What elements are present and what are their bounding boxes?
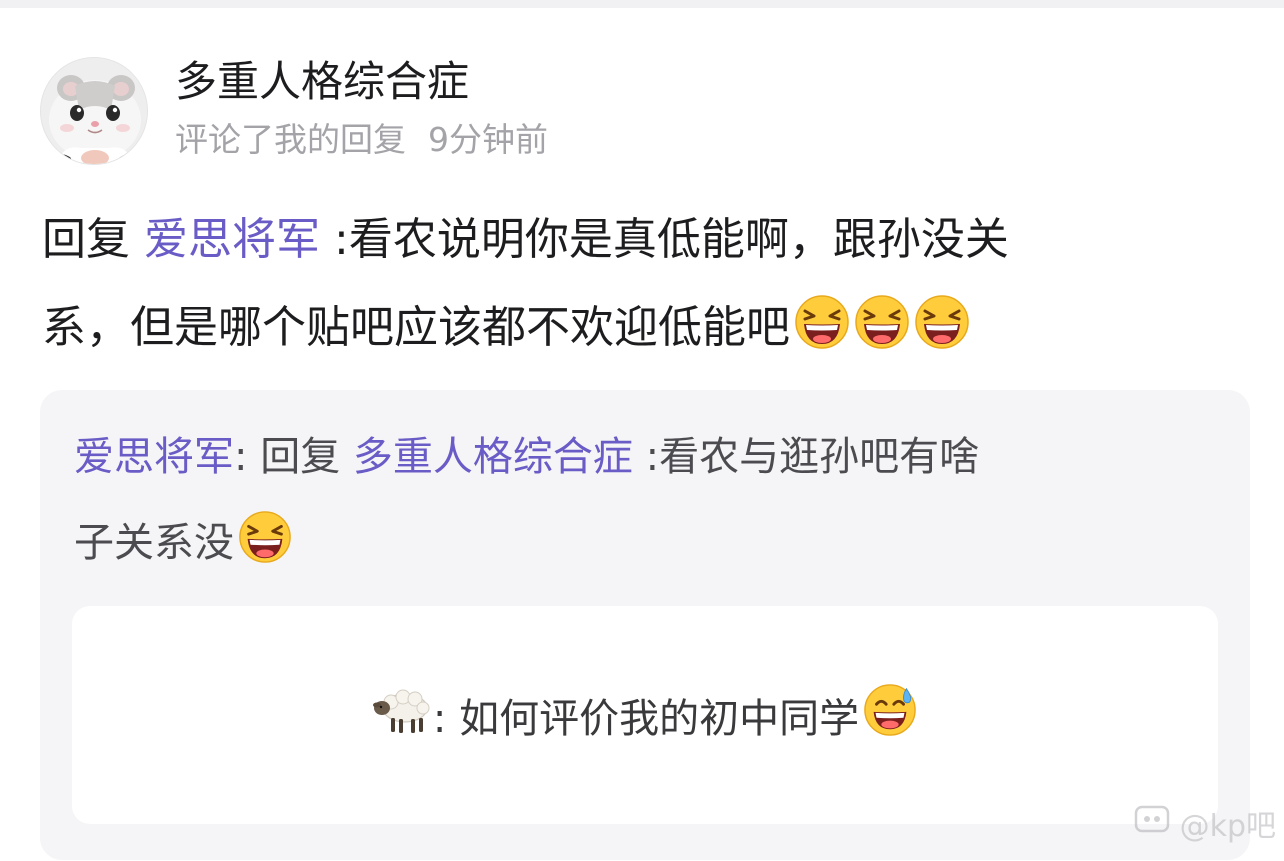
quoted-reply-text: 爱思将军: 回复 多重人格综合症 :看农与逛孙吧有啥 子关系没 <box>74 414 1204 586</box>
comment-text-1: :看农说明你是真低能啊，跟孙没关 <box>334 214 1009 265</box>
timestamp: 9分钟前 <box>428 120 548 159</box>
quote-text-1: :看农与逛孙吧有啥 <box>645 434 980 480</box>
username[interactable]: 多重人格综合症 <box>175 56 469 108</box>
comment-line-1: 回复 爱思将军 :看农说明你是真低能啊，跟孙没关 <box>42 196 1252 284</box>
grinning-squint-face-icon <box>794 292 850 380</box>
comment-line-2: 系，但是哪个贴吧应该都不欢迎低能吧 <box>42 284 1252 372</box>
comment-body[interactable]: 回复 爱思将军 :看农说明你是真低能啊，跟孙没关 系，但是哪个贴吧应该都不欢迎低… <box>42 196 1252 372</box>
watermark-text: @kp吧 <box>1179 809 1276 844</box>
grinning-squint-face-icon <box>854 292 910 380</box>
quote-line-2: 子关系没 <box>74 500 1204 586</box>
quote-author[interactable]: 爱思将军 <box>74 434 234 480</box>
grinning-sweat-face-icon <box>863 683 917 747</box>
quote-line-1: 爱思将军: 回复 多重人格综合症 :看农与逛孙吧有啥 <box>74 414 1204 500</box>
quote-text-2: 子关系没 <box>74 520 234 566</box>
original-post-card[interactable]: : 如何评价我的初中同学 <box>72 606 1218 824</box>
grinning-squint-face-icon <box>914 292 970 380</box>
quote-reply-prefix: 回复 <box>260 434 341 480</box>
grinning-squint-face-icon <box>238 508 292 594</box>
action-text: 评论了我的回复 <box>175 120 406 159</box>
notification-page: 多重人格综合症 评论了我的回复 9分钟前 回复 爱思将军 :看农说明你是真低能啊，… <box>0 0 1284 861</box>
tieba-logo-icon <box>1134 803 1170 843</box>
comment-meta: 评论了我的回复 9分钟前 <box>175 118 548 162</box>
avatar[interactable] <box>40 57 148 165</box>
quote-separator: : <box>234 434 261 480</box>
comment-text-2: 系，但是哪个贴吧应该都不欢迎低能吧 <box>42 302 790 353</box>
original-post-title: : 如何评价我的初中同学 <box>72 606 1218 824</box>
original-post-text: : 如何评价我的初中同学 <box>432 696 860 742</box>
quote-mention-link[interactable]: 多重人格综合症 <box>353 434 633 480</box>
quoted-reply-card[interactable]: 爱思将军: 回复 多重人格综合症 :看农与逛孙吧有啥 子关系没: 如何评价我的… <box>40 390 1250 860</box>
mention-link[interactable]: 爱思将军 <box>144 214 320 265</box>
sheep-icon <box>372 684 431 746</box>
watermark: @kp吧 <box>1134 801 1276 845</box>
hamster-avatar-image <box>41 58 147 164</box>
reply-prefix: 回复 <box>42 214 130 265</box>
top-divider <box>0 0 1284 8</box>
